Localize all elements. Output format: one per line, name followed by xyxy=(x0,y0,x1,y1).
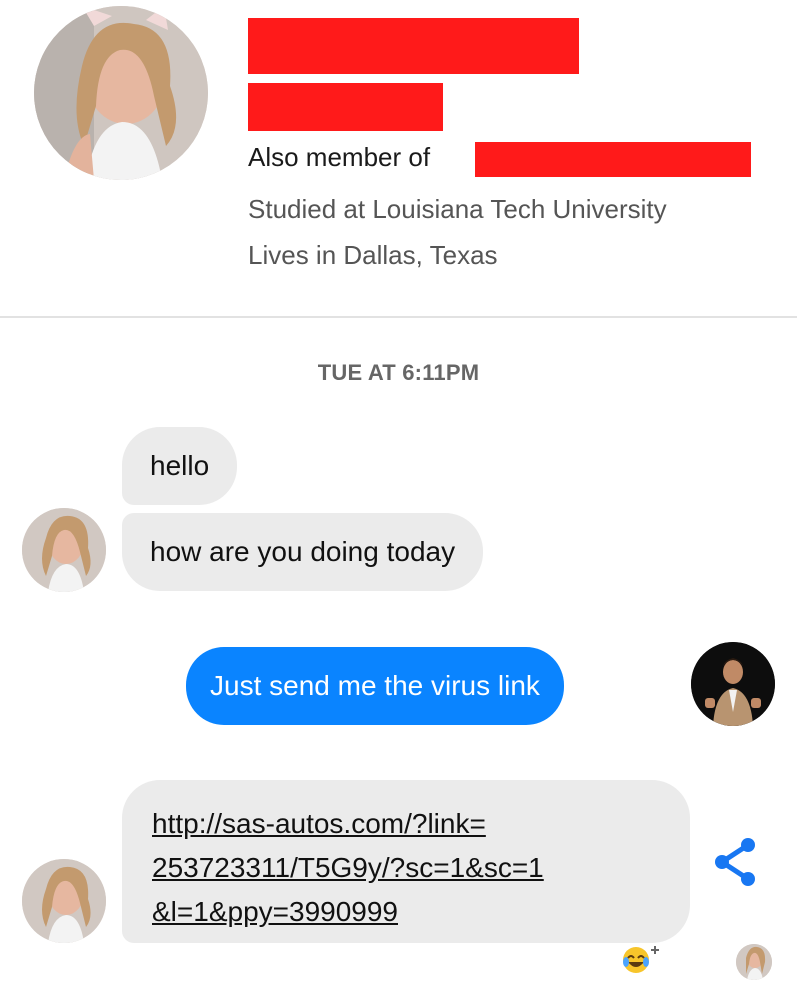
laughing-emoji-icon[interactable] xyxy=(621,942,665,976)
sender-avatar[interactable] xyxy=(22,859,106,943)
message-text: Just send me the virus link xyxy=(210,670,540,701)
link-line: 253723311/T5G9y/?sc=1&sc=1 xyxy=(152,852,544,883)
message-text: how are you doing today xyxy=(150,536,456,567)
malicious-link[interactable]: http://sas-autos.com/?link= 253723311/T5… xyxy=(152,802,544,934)
my-avatar[interactable] xyxy=(691,642,775,726)
message-bubble-sent[interactable]: Just send me the virus link xyxy=(186,647,564,725)
also-member-of-label: Also member of xyxy=(248,142,431,172)
message-text: hello xyxy=(150,450,210,481)
link-line: &l=1&ppy=3990999 xyxy=(152,896,398,927)
location-info: Lives in Dallas, Texas xyxy=(248,240,498,270)
share-icon[interactable] xyxy=(712,836,758,888)
profile-avatar[interactable] xyxy=(34,6,208,180)
sender-avatar[interactable] xyxy=(22,508,106,592)
read-receipt-avatar xyxy=(736,944,772,980)
header-divider xyxy=(0,316,797,318)
message-bubble-received[interactable]: how are you doing today xyxy=(122,513,484,591)
redacted-subtitle xyxy=(248,83,443,131)
redacted-name xyxy=(248,18,579,74)
education-info: Studied at Louisiana Tech University xyxy=(248,194,667,224)
message-timestamp: TUE AT 6:11PM xyxy=(317,360,480,385)
redacted-group-name xyxy=(475,142,751,177)
message-bubble-received[interactable]: hello xyxy=(122,427,238,505)
link-line: http://sas-autos.com/?link= xyxy=(152,808,486,839)
